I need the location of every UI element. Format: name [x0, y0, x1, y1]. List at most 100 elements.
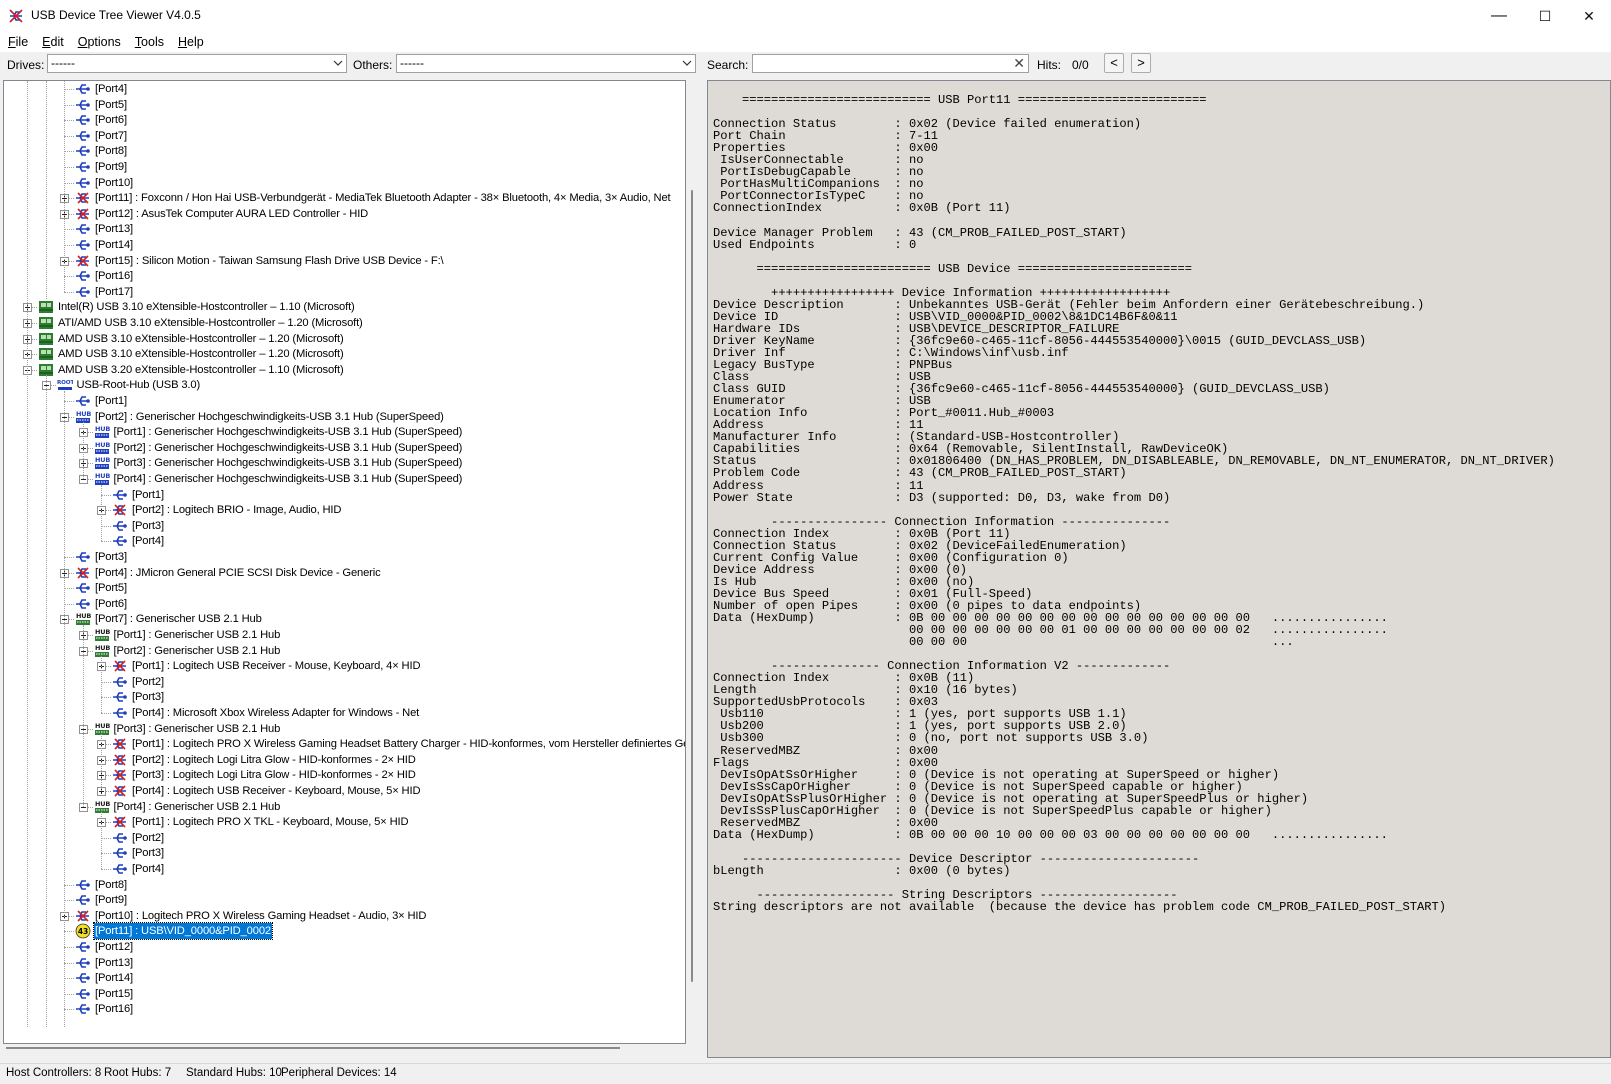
- details-pane[interactable]: ========================== USB Port11 ==…: [707, 80, 1611, 1058]
- maximize-button[interactable]: ☐: [1522, 0, 1568, 32]
- peripheral-devices-count: Peripheral Devices: 14: [281, 1067, 397, 1079]
- host-controllers-count: Host Controllers: 8: [6, 1067, 102, 1079]
- usb-port-icon: [75, 986, 91, 1002]
- window-title: USB Device Tree Viewer V4.0.5: [31, 8, 201, 22]
- menu-help[interactable]: Help: [170, 32, 210, 52]
- previous-hit-button[interactable]: <: [1104, 53, 1124, 73]
- svg-text:HUB: HUB: [95, 472, 110, 480]
- tree-connector: [64, 900, 74, 902]
- usb-device-icon: [112, 767, 128, 783]
- tree-connector: [101, 869, 111, 870]
- details-text: ========================== USB Port11 ==…: [713, 93, 1555, 915]
- usb-port-icon: [75, 143, 91, 159]
- tree-connector: [101, 494, 111, 496]
- tree-guide-line: [45, 81, 47, 300]
- pane-splitter[interactable]: [703, 80, 706, 1058]
- drives-combo[interactable]: ------: [47, 54, 347, 73]
- tree-connector: [64, 167, 74, 168]
- menu-tools[interactable]: Tools: [127, 32, 170, 52]
- tree-connector: [64, 291, 74, 293]
- tree-item-label: [Port4]: [132, 535, 164, 548]
- chevron-down-icon: [333, 60, 343, 66]
- usb-port-icon: [75, 268, 91, 284]
- svg-text:HUB: HUB: [95, 722, 110, 730]
- tree-horizontal-scrollbar-thumb[interactable]: [6, 1047, 620, 1049]
- tree-item-label: [Port9]: [95, 161, 127, 173]
- tree-item-label: [Port8]: [95, 145, 127, 158]
- tree-connector: [64, 557, 74, 558]
- next-hit-button[interactable]: >: [1131, 53, 1151, 73]
- usb-device-icon: [75, 190, 91, 206]
- error-device-icon: 43: [75, 923, 91, 939]
- menu-file[interactable]: File: [0, 32, 34, 52]
- clear-search-icon[interactable]: ✕: [1013, 55, 1025, 72]
- minimize-button[interactable]: —: [1476, 0, 1522, 32]
- device-tree[interactable]: [Port4] [Port5] [Port6] [Port7] [Port8] [Port…: [4, 81, 685, 1027]
- usb-port-icon: [75, 939, 91, 955]
- host-controller-icon: [38, 299, 54, 315]
- tree-connector: [64, 978, 74, 980]
- tree-vertical-scrollbar-thumb[interactable]: [691, 190, 693, 982]
- tree-guide-line: [45, 375, 47, 1027]
- usb-port-icon: [112, 674, 128, 690]
- usb-port-icon: [75, 970, 91, 986]
- usb-port-icon: [112, 689, 128, 705]
- tree-connector: [64, 245, 74, 246]
- others-combo[interactable]: ------: [396, 54, 696, 73]
- tree-connector: [101, 697, 111, 699]
- usb3-hub-icon: HUB: [94, 440, 110, 456]
- drives-label: Drives:: [7, 58, 45, 72]
- usb-port-icon: [75, 112, 91, 128]
- usb-port-icon: [75, 393, 91, 409]
- tree-item-label: [Port15] : Silicon Motion - Taiwan Samsu…: [95, 254, 444, 267]
- tree-item-label: [Port4] : JMicron General PCIE SCSI Disk…: [95, 566, 381, 579]
- tree-connector: [101, 525, 111, 527]
- tree-connector: [64, 182, 74, 184]
- tree-guide-line: [82, 625, 84, 807]
- toolbar: Drives: ------ Others: ------ Search: ✕ …: [0, 52, 1611, 79]
- tree-connector: [64, 588, 74, 590]
- tree-guide-line: [64, 391, 65, 1027]
- tree-item-label: [Port1] : Generischer USB 2.1 Hub: [113, 629, 281, 641]
- usb-device-icon: [112, 814, 128, 830]
- tree-item-label: [Port2] : Generischer Hochgeschwindigkei…: [113, 441, 463, 454]
- svg-text:HUB: HUB: [76, 410, 91, 418]
- tree-item-label: [Port12]: [95, 941, 133, 953]
- tree-item-label: [Port3]: [132, 847, 164, 860]
- menu-options[interactable]: Options: [70, 32, 127, 52]
- tree-item-label: [Port13]: [95, 223, 133, 236]
- tree-guide-line: [101, 812, 102, 869]
- usb-device-icon: [112, 783, 128, 799]
- usb-port-icon: [112, 845, 128, 861]
- tree-item-label: [Port14]: [95, 972, 133, 985]
- tree-item-label: [Port1]: [95, 395, 127, 407]
- tree-guide-line: [101, 484, 102, 542]
- usb-port-icon: [75, 128, 91, 144]
- usb3-hub-icon: HUB: [94, 455, 110, 471]
- tree-connector: [64, 89, 74, 90]
- usb-port-icon: [75, 877, 91, 893]
- tree-connector: [64, 884, 74, 886]
- svg-text:HUB: HUB: [95, 425, 110, 433]
- tree-item-label: Intel(R) USB 3.10 eXtensible-Hostcontrol…: [58, 301, 355, 314]
- tree-item-label: [Port4] : Microsoft Xbox Wireless Adapte…: [132, 707, 420, 719]
- menu-edit[interactable]: Edit: [34, 32, 70, 52]
- search-input[interactable]: ✕: [752, 54, 1029, 73]
- usb3-hub-icon: HUB: [94, 424, 110, 440]
- others-combo-value: ------: [400, 56, 424, 70]
- tree-item-label: AMD USB 3.10 eXtensible-Hostcontroller –…: [58, 332, 344, 345]
- usb-port-icon: [75, 549, 91, 565]
- close-button[interactable]: ✕: [1566, 0, 1611, 32]
- tree-connector: [101, 713, 111, 714]
- device-tree-pane[interactable]: [Port4] [Port5] [Port6] [Port7] [Port8] [Port…: [3, 80, 686, 1044]
- tree-connector: [64, 120, 74, 122]
- tree-item-label: [Port7]: [95, 129, 127, 142]
- usb-port-icon: [75, 159, 91, 175]
- tree-connector: [64, 229, 74, 231]
- usb-port-icon: [75, 175, 91, 191]
- title-bar: USB Device Tree Viewer V4.0.5 — ☐ ✕: [0, 0, 1611, 32]
- hits-count: 0/0: [1072, 58, 1089, 72]
- tree-item-label: [Port3] : Logitech Logi Litra Glow - HID…: [132, 769, 416, 782]
- host-controller-icon: [38, 346, 54, 362]
- tree-connector: [64, 931, 74, 933]
